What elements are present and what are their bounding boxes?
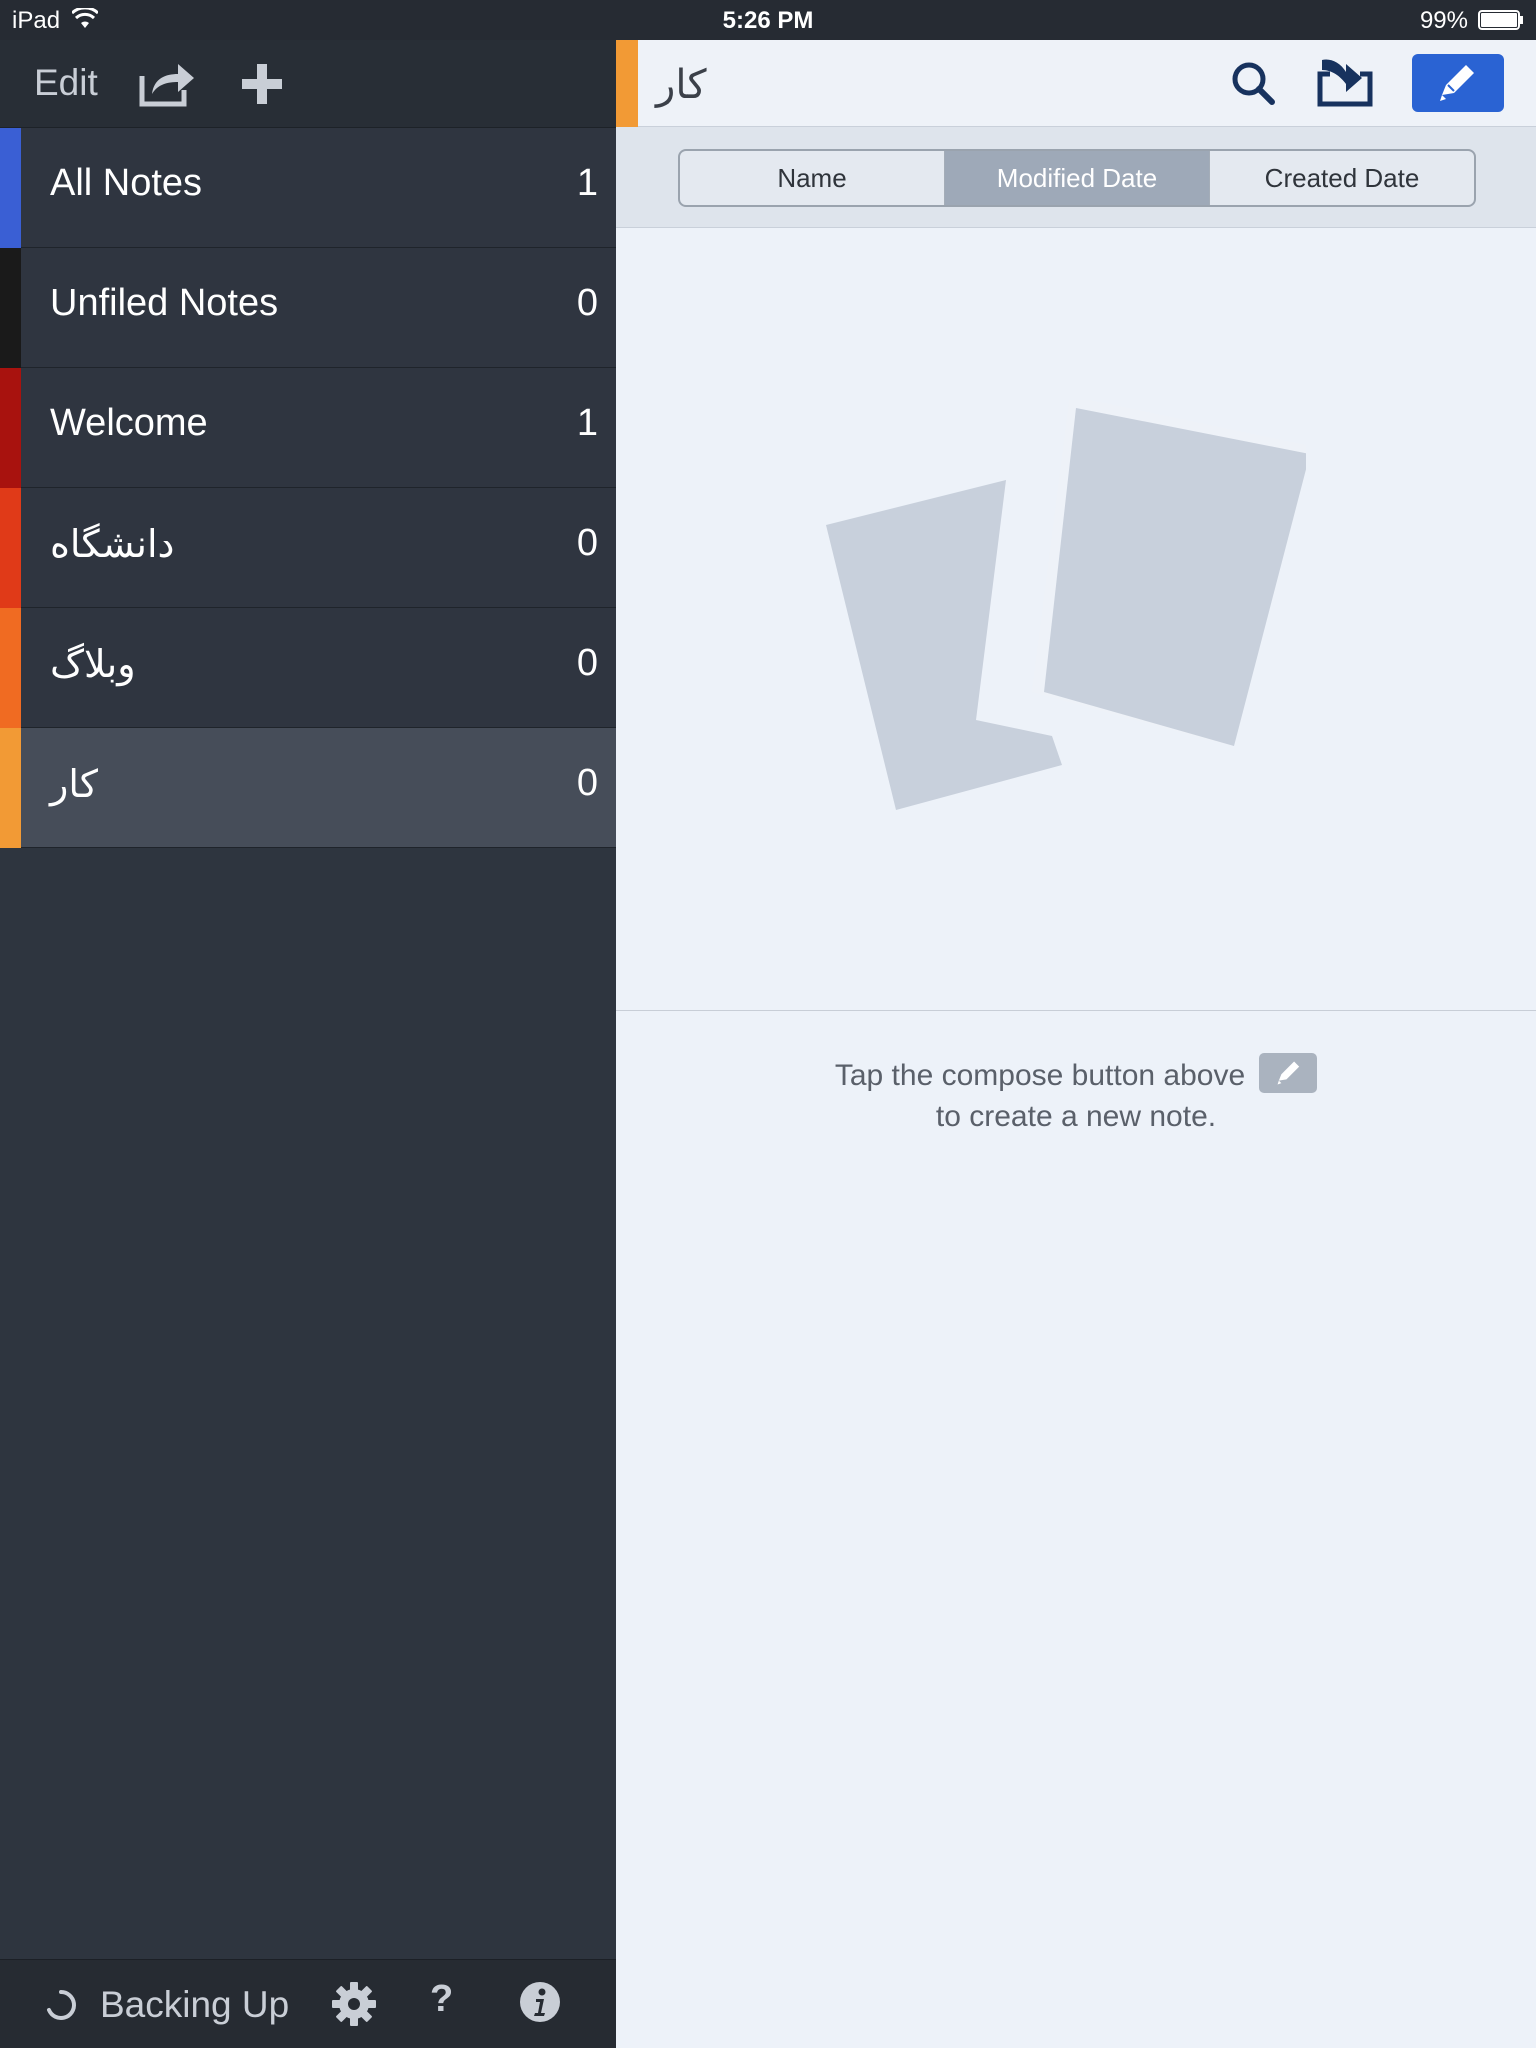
status-time: 5:26 PM: [722, 7, 814, 34]
notebook-title: کار: [656, 63, 707, 107]
move-to-notebook-icon[interactable]: [1316, 56, 1376, 108]
sidebar: Edit All Notes 1 Unfiled Notes 0 Welcome…: [0, 40, 616, 2048]
notebook-list: All Notes 1 Unfiled Notes 0 Welcome 1 دا…: [0, 128, 616, 848]
sort-by-modified-date[interactable]: Modified Date: [945, 151, 1210, 205]
notebook-name: وبلاگ: [50, 644, 136, 686]
status-bar: iPad 5:26 PM 99%: [0, 0, 1536, 40]
divider: [616, 1010, 1536, 1011]
notebook-color-stripe: [0, 368, 21, 488]
notebook-count: 1: [576, 402, 598, 444]
notebook-row-all-notes[interactable]: All Notes 1: [0, 128, 616, 248]
notebook-row-work[interactable]: کار 0: [0, 728, 616, 848]
notebook-name: کار: [50, 764, 99, 806]
notebook-color-stripe: [0, 128, 21, 248]
search-icon[interactable]: [1230, 60, 1276, 106]
sidebar-footer: Backing Up ?: [0, 1959, 616, 2048]
notebook-color-stripe: [0, 728, 21, 848]
plus-icon[interactable]: [240, 62, 284, 106]
sidebar-toolbar: Edit: [0, 40, 616, 128]
battery-icon: [1478, 10, 1523, 30]
pencil-icon: [1277, 1061, 1300, 1085]
pencil-icon: [1440, 65, 1474, 101]
notebook-color-stripe: [0, 608, 21, 728]
notebook-name: All Notes: [50, 162, 203, 204]
notebook-row-unfiled-notes[interactable]: Unfiled Notes 0: [0, 248, 616, 368]
compose-hint-icon: [1259, 1053, 1318, 1094]
backup-status: Backing Up: [100, 1984, 290, 2025]
notebook-count: 0: [576, 642, 598, 684]
notebook-row-blog[interactable]: وبلاگ 0: [0, 608, 616, 728]
notebook-color-stripe: [0, 488, 21, 608]
note-list-pane: کار Name Modified Date Created Date Tap …: [616, 40, 1536, 2048]
battery-percent: 99%: [1419, 7, 1468, 34]
sort-segmented-control: Name Modified Date Created Date: [678, 149, 1476, 207]
notebook-count: 0: [576, 282, 598, 324]
notebook-name: دانشگاه: [50, 524, 175, 566]
notebook-name: Unfiled Notes: [50, 282, 279, 324]
help-button[interactable]: ?: [430, 1978, 453, 2021]
hint-text-2: to create a new note.: [935, 1100, 1217, 1134]
notebook-count: 0: [576, 762, 598, 804]
sort-by-name[interactable]: Name: [680, 151, 945, 205]
sort-by-created-date[interactable]: Created Date: [1210, 151, 1474, 205]
info-icon[interactable]: [518, 1980, 562, 2024]
notebook-row-university[interactable]: دانشگاه 0: [0, 488, 616, 608]
gear-icon[interactable]: [330, 1980, 378, 2028]
compose-button[interactable]: [1412, 54, 1504, 112]
empty-hint: Tap the compose button above to create a…: [616, 1053, 1536, 1137]
spinner-icon: [47, 1990, 76, 2020]
notebook-color-stripe: [0, 248, 21, 368]
notebook-count: 1: [576, 162, 598, 204]
hint-text-1: Tap the compose button above: [834, 1059, 1246, 1092]
edit-button[interactable]: Edit: [34, 62, 98, 104]
note-list-header: کار: [616, 40, 1536, 127]
empty-notes-illustration: [826, 400, 1306, 810]
hint-line-1: Tap the compose button above: [616, 1053, 1536, 1097]
sort-bar: Name Modified Date Created Date: [616, 127, 1536, 228]
notebook-name: Welcome: [50, 402, 208, 444]
notebook-row-welcome[interactable]: Welcome 1: [0, 368, 616, 488]
notebook-color-stripe: [616, 40, 638, 127]
notebook-count: 0: [576, 522, 598, 564]
share-icon[interactable]: [138, 60, 196, 108]
